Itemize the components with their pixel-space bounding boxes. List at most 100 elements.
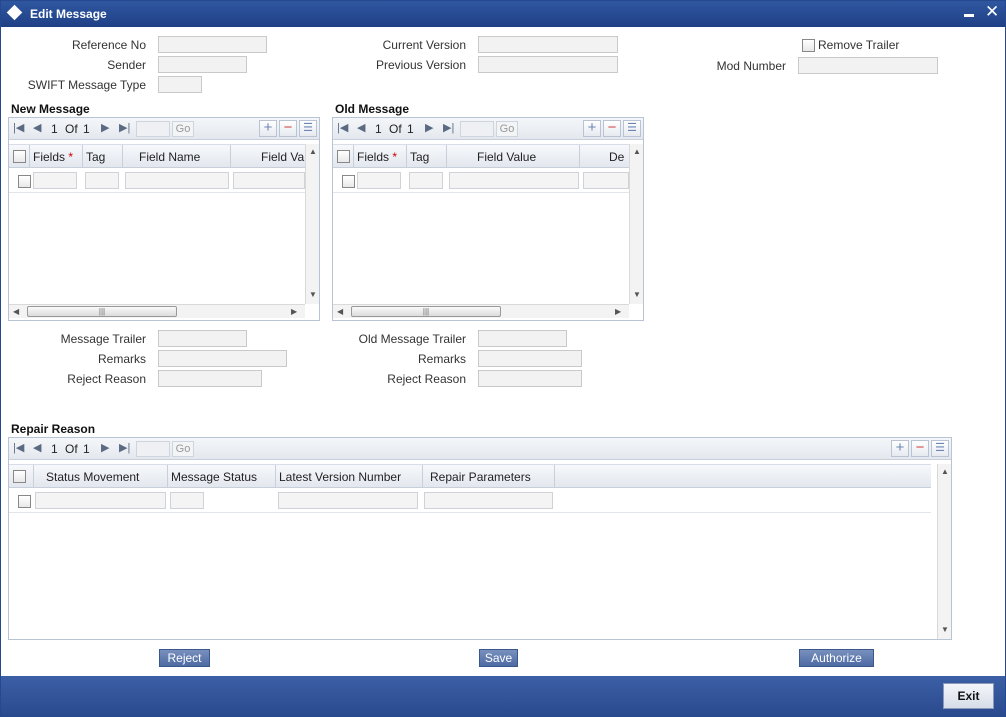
col-tag: Tag — [86, 150, 106, 164]
fields-cell[interactable] — [357, 172, 401, 189]
repair-reason-grid: |◀ ◀ 1 Of 1 ▶ ▶| Go + − ☰ Status Movemen… — [8, 437, 952, 640]
old-remarks-input[interactable] — [478, 350, 582, 367]
page-total: 1 — [83, 122, 90, 136]
go-button[interactable]: Go — [496, 121, 518, 137]
previous-version-label: Previous Version — [375, 58, 466, 72]
remarks-input[interactable] — [158, 350, 287, 367]
row-checkbox[interactable] — [342, 175, 355, 188]
page-number: 1 — [51, 122, 58, 136]
add-row-icon[interactable]: + — [583, 120, 601, 137]
next-page-icon[interactable]: ▶ — [101, 121, 109, 134]
sender-input[interactable] — [158, 56, 247, 73]
reject-button[interactable]: Reject — [159, 649, 210, 667]
horizontal-scrollbar[interactable]: ◀ ||| ▶ — [9, 304, 305, 318]
row-checkbox[interactable] — [18, 495, 31, 508]
goto-page-input[interactable] — [136, 121, 170, 137]
tag-cell[interactable] — [409, 172, 443, 189]
field-value-cell[interactable] — [449, 172, 579, 189]
exit-button[interactable]: Exit — [943, 683, 994, 709]
page-total: 1 — [83, 442, 90, 456]
message-status-cell[interactable] — [170, 492, 204, 509]
first-page-icon[interactable]: |◀ — [337, 121, 348, 134]
reject-reason-input[interactable] — [158, 370, 262, 387]
mod-number-input[interactable] — [798, 57, 938, 74]
remove-trailer-checkbox[interactable] — [802, 39, 815, 52]
repair-header: Status Movement Message Status Latest Ve… — [9, 464, 931, 488]
view-list-icon[interactable]: ☰ — [623, 120, 641, 137]
prev-page-icon[interactable]: ◀ — [33, 441, 41, 454]
select-all-checkbox[interactable] — [337, 150, 350, 163]
prev-page-icon[interactable]: ◀ — [357, 121, 365, 134]
current-version-label: Current Version — [382, 38, 466, 52]
last-page-icon[interactable]: ▶| — [119, 121, 130, 134]
new-message-toolbar: |◀ ◀ 1 Of 1 ▶ ▶| Go + − ☰ — [9, 118, 319, 140]
old-reject-reason-input[interactable] — [478, 370, 582, 387]
delete-row-icon[interactable]: − — [911, 440, 929, 457]
title-bar: Edit Message ✕ — [1, 1, 1005, 27]
col-repair-parameters: Repair Parameters — [430, 470, 531, 484]
delete-row-icon[interactable]: − — [279, 120, 297, 137]
delete-row-icon[interactable]: − — [603, 120, 621, 137]
new-message-title: New Message — [11, 102, 90, 116]
previous-version-input[interactable] — [478, 56, 618, 73]
old-message-trailer-label: Old Message Trailer — [358, 332, 466, 346]
view-list-icon[interactable]: ☰ — [299, 120, 317, 137]
add-row-icon[interactable]: + — [259, 120, 277, 137]
col-tag: Tag — [410, 150, 430, 164]
page-of-label: Of — [65, 122, 78, 136]
fields-cell[interactable] — [33, 172, 77, 189]
go-button[interactable]: Go — [172, 441, 194, 457]
save-button[interactable]: Save — [479, 649, 518, 667]
authorize-button[interactable]: Authorize — [799, 649, 874, 667]
vertical-scrollbar[interactable]: ▲ ▼ — [937, 464, 951, 639]
col-field-value: Field Va — [261, 150, 305, 164]
old-message-grid: |◀ ◀ 1 Of 1 ▶ ▶| Go + − ☰ Fields * Tag F… — [332, 117, 644, 321]
window-title: Edit Message — [30, 7, 107, 21]
last-page-icon[interactable]: ▶| — [443, 121, 454, 134]
message-trailer-input[interactable] — [158, 330, 247, 347]
add-row-icon[interactable]: + — [891, 440, 909, 457]
close-icon[interactable]: ✕ — [985, 2, 999, 22]
repair-toolbar: |◀ ◀ 1 Of 1 ▶ ▶| Go + − ☰ — [9, 438, 951, 460]
field-value-cell[interactable] — [233, 172, 305, 189]
footer-bar — [1, 676, 1005, 716]
swift-message-type-input[interactable] — [158, 76, 202, 93]
prev-page-icon[interactable]: ◀ — [33, 121, 41, 134]
remarks-label: Remarks — [97, 352, 146, 366]
repair-reason-title: Repair Reason — [11, 422, 96, 436]
go-button[interactable]: Go — [172, 121, 194, 137]
scroll-thumb[interactable]: ||| — [351, 306, 501, 317]
goto-page-input[interactable] — [460, 121, 494, 137]
tag-cell[interactable] — [85, 172, 119, 189]
scroll-thumb[interactable]: ||| — [27, 306, 177, 317]
col-status-movement: Status Movement — [46, 470, 140, 484]
view-list-icon[interactable]: ☰ — [931, 440, 949, 457]
goto-page-input[interactable] — [136, 441, 170, 457]
status-movement-cell[interactable] — [35, 492, 166, 509]
old-message-trailer-input[interactable] — [478, 330, 567, 347]
description-cell[interactable] — [583, 172, 629, 189]
mod-number-label: Mod Number — [716, 59, 786, 73]
last-page-icon[interactable]: ▶| — [119, 441, 130, 454]
old-message-toolbar: |◀ ◀ 1 Of 1 ▶ ▶| Go + − ☰ — [333, 118, 643, 140]
select-all-checkbox[interactable] — [13, 470, 26, 483]
minimize-icon[interactable] — [964, 14, 974, 17]
next-page-icon[interactable]: ▶ — [101, 441, 109, 454]
vertical-scrollbar[interactable]: ▲ ▼ — [629, 144, 643, 304]
first-page-icon[interactable]: |◀ — [13, 121, 24, 134]
old-reject-reason-label: Reject Reason — [387, 372, 466, 386]
vertical-scrollbar[interactable]: ▲ ▼ — [305, 144, 319, 304]
select-all-checkbox[interactable] — [13, 150, 26, 163]
next-page-icon[interactable]: ▶ — [425, 121, 433, 134]
row-checkbox[interactable] — [18, 175, 31, 188]
field-name-cell[interactable] — [125, 172, 229, 189]
col-latest-version-number: Latest Version Number — [279, 470, 402, 484]
horizontal-scrollbar[interactable]: ◀ ||| ▶ — [333, 304, 629, 318]
message-trailer-label: Message Trailer — [60, 332, 146, 346]
repair-parameters-cell[interactable] — [424, 492, 553, 509]
old-message-header: Fields * Tag Field Value De — [333, 144, 629, 168]
latest-version-cell[interactable] — [278, 492, 418, 509]
current-version-input[interactable] — [478, 36, 618, 53]
first-page-icon[interactable]: |◀ — [13, 441, 24, 454]
reference-no-input[interactable] — [158, 36, 267, 53]
